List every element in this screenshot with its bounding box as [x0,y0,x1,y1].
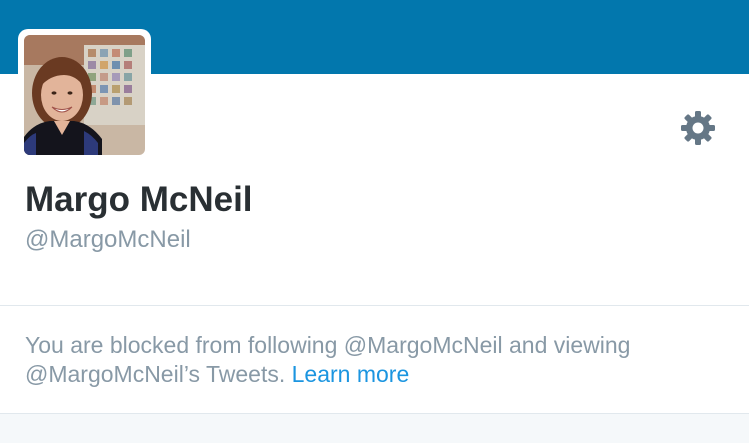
divider [0,305,749,306]
profile-handle: @MargoMcNeil [25,226,191,253]
avatar-frame [18,29,151,161]
gear-icon[interactable] [680,110,716,146]
blocked-message-line1: You are blocked from following @MargoMcN… [25,332,631,358]
blocked-message-line2: @MargoMcNeil’s Tweets. [25,361,286,387]
profile-name: Margo McNeil [25,180,253,219]
blocked-message: You are blocked from following @MargoMcN… [25,331,725,389]
avatar[interactable] [24,35,145,155]
learn-more-link[interactable]: Learn more [292,361,410,387]
footer-area [0,414,749,443]
